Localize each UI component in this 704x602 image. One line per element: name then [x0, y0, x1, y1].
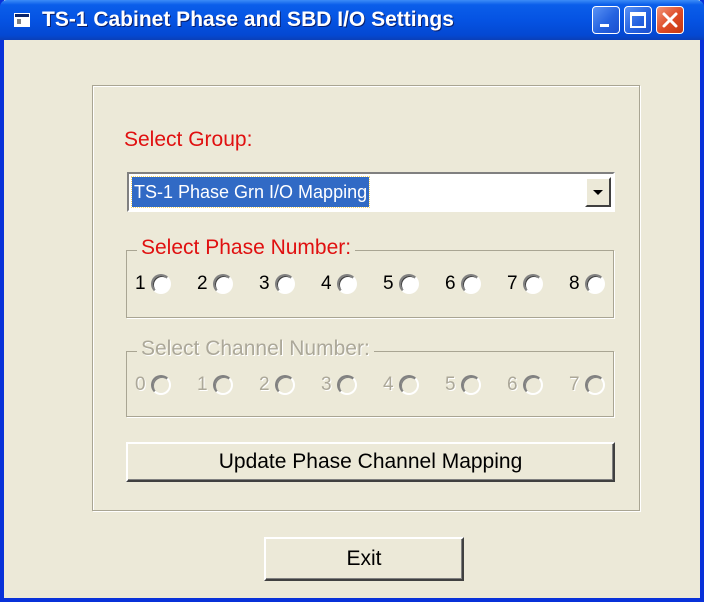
settings-window: TS-1 Cabinet Phase and SBD I/O Settings …	[0, 0, 704, 602]
channel-radio-label: 5	[445, 374, 456, 395]
phase-radio-label: 5	[383, 273, 394, 294]
select-group-label: Select Group:	[124, 128, 253, 151]
channel-radio-button	[151, 375, 171, 395]
channel-radio-button	[523, 375, 543, 395]
group-dropdown-value: TS-1 Phase Grn I/O Mapping	[130, 176, 371, 208]
phase-number-group: Select Phase Number: 1 2 3 4 5 6 7 8	[126, 236, 614, 318]
channel-radio-option: 5	[445, 374, 507, 396]
channel-radio-option: 0	[135, 374, 197, 396]
phase-radio-button[interactable]	[151, 274, 171, 294]
phase-radio-option[interactable]: 2	[197, 273, 259, 295]
channel-radio-button	[337, 375, 357, 395]
phase-radio-button[interactable]	[337, 274, 357, 294]
channel-radio-label: 4	[383, 374, 394, 395]
channel-radio-label: 1	[197, 374, 208, 395]
maximize-button[interactable]	[624, 6, 652, 34]
channel-radio-label: 7	[569, 374, 580, 395]
phase-radio-option[interactable]: 7	[507, 273, 569, 295]
channel-number-group: Select Channel Number: 0 1 2 3 4 5 6 7	[126, 337, 614, 417]
phase-radio-label: 6	[445, 273, 456, 294]
phase-radio-button[interactable]	[461, 274, 481, 294]
channel-radio-button	[461, 375, 481, 395]
channel-radio-button	[399, 375, 419, 395]
channel-radio-button	[585, 375, 605, 395]
exit-button[interactable]: Exit	[264, 537, 464, 581]
phase-radio-option[interactable]: 5	[383, 273, 445, 295]
close-icon	[662, 12, 678, 28]
update-mapping-button[interactable]: Update Phase Channel Mapping	[126, 442, 615, 482]
dropdown-arrow-button[interactable]	[585, 177, 611, 207]
minimize-icon	[600, 24, 609, 27]
channel-radio-label: 2	[259, 374, 270, 395]
channel-radio-list: 0 1 2 3 4 5 6 7	[135, 374, 631, 396]
channel-radio-button	[275, 375, 295, 395]
close-button[interactable]	[656, 6, 684, 34]
channel-radio-option: 1	[197, 374, 259, 396]
channel-number-legend: Select Channel Number:	[137, 337, 374, 361]
phase-radio-list: 1 2 3 4 5 6 7 8	[135, 273, 631, 295]
channel-radio-button	[213, 375, 233, 395]
phase-radio-option[interactable]: 6	[445, 273, 507, 295]
channel-radio-label: 6	[507, 374, 518, 395]
chevron-down-icon	[593, 190, 603, 195]
channel-radio-label: 0	[135, 374, 146, 395]
channel-radio-option: 3	[321, 374, 383, 396]
phase-radio-button[interactable]	[275, 274, 295, 294]
phase-radio-option[interactable]: 4	[321, 273, 383, 295]
minimize-button[interactable]	[592, 6, 620, 34]
channel-radio-option: 6	[507, 374, 569, 396]
maximize-icon	[630, 12, 646, 28]
phase-radio-label: 1	[135, 273, 146, 294]
phase-radio-label: 3	[259, 273, 270, 294]
window-title: TS-1 Cabinet Phase and SBD I/O Settings	[42, 8, 454, 31]
channel-radio-option: 2	[259, 374, 321, 396]
channel-radio-option: 7	[569, 374, 631, 396]
phase-radio-option[interactable]: 1	[135, 273, 197, 295]
channel-radio-option: 4	[383, 374, 445, 396]
app-window-icon	[14, 13, 30, 27]
phase-radio-label: 2	[197, 273, 208, 294]
phase-radio-button[interactable]	[399, 274, 419, 294]
phase-radio-button[interactable]	[585, 274, 605, 294]
phase-radio-option[interactable]: 3	[259, 273, 321, 295]
phase-radio-label: 8	[569, 273, 580, 294]
phase-radio-option[interactable]: 8	[569, 273, 631, 295]
phase-number-legend: Select Phase Number:	[137, 236, 356, 260]
channel-radio-label: 3	[321, 374, 332, 395]
phase-radio-button[interactable]	[523, 274, 543, 294]
title-bar[interactable]: TS-1 Cabinet Phase and SBD I/O Settings	[0, 0, 704, 40]
phase-radio-label: 7	[507, 273, 518, 294]
phase-radio-label: 4	[321, 273, 332, 294]
group-dropdown[interactable]: TS-1 Phase Grn I/O Mapping	[127, 172, 615, 212]
phase-radio-button[interactable]	[213, 274, 233, 294]
